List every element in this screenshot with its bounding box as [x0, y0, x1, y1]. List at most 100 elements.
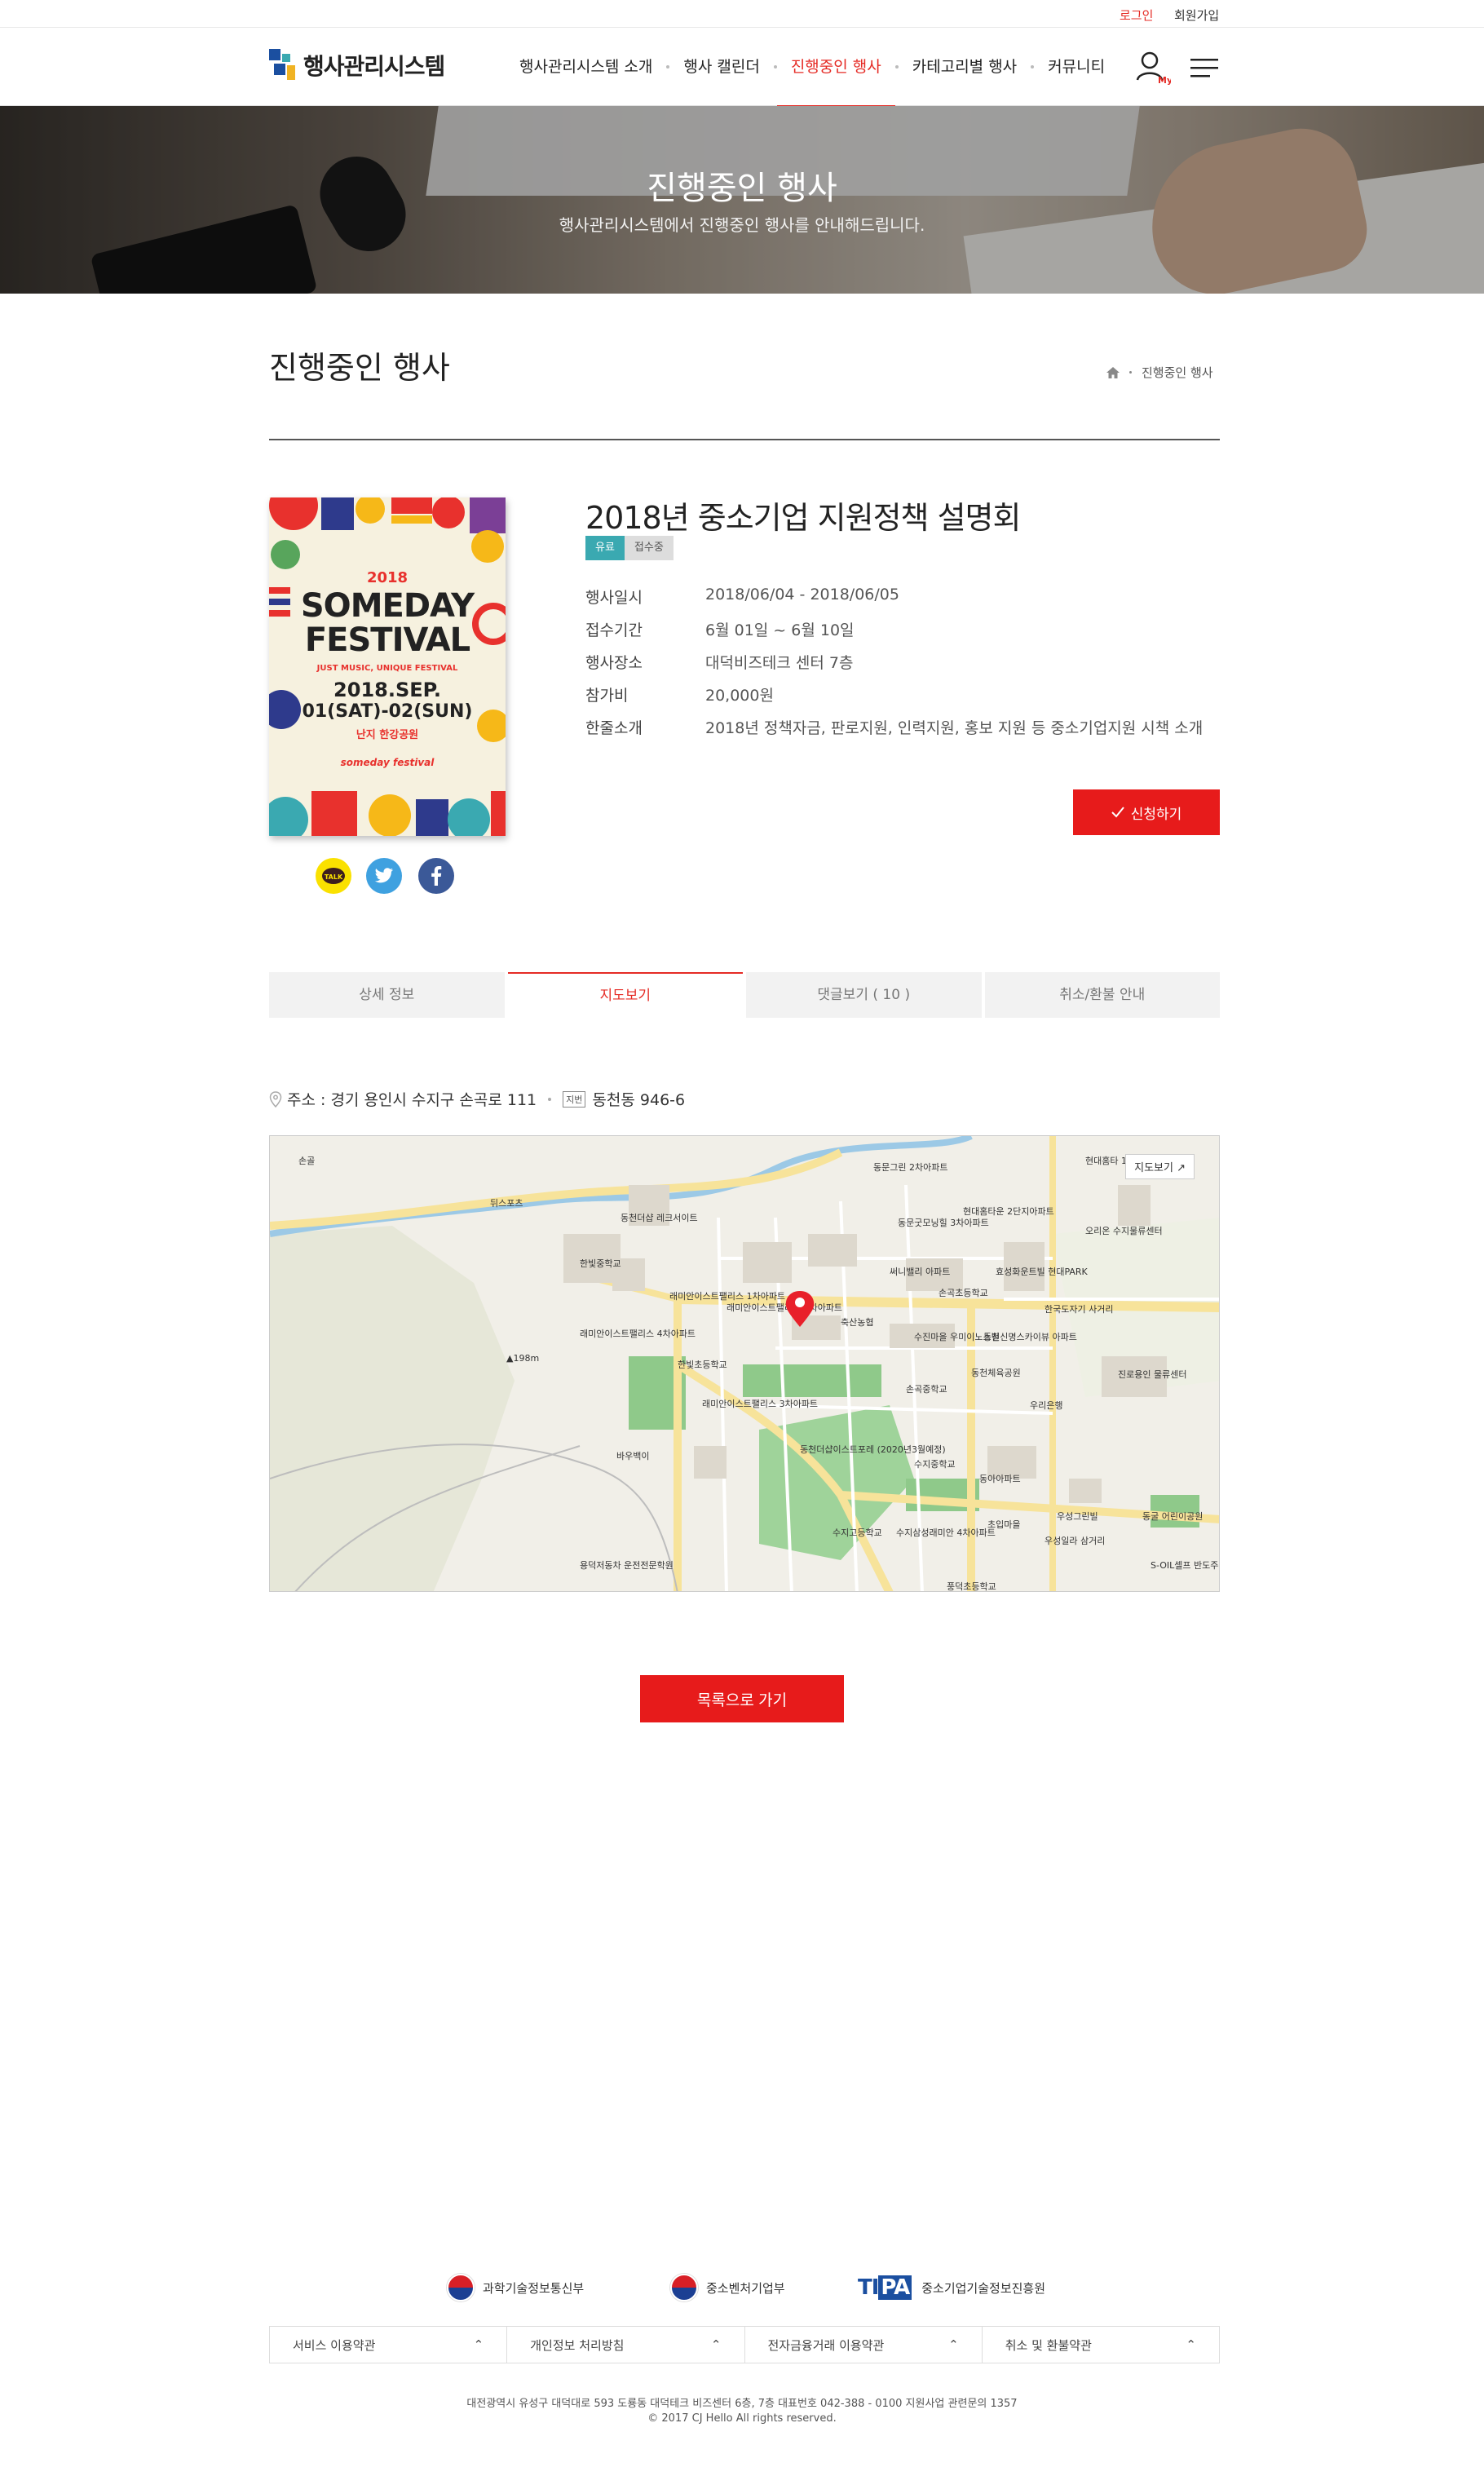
korea-emblem-icon [447, 2274, 475, 2301]
facebook-share-icon[interactable] [418, 858, 454, 894]
partner-msit[interactable]: 과학기술정보통신부 [447, 2267, 584, 2308]
map-place-label: 동천더샵이스트포레 (2020년3월예정) [800, 1444, 946, 1455]
badge-status: 접수중 [624, 536, 674, 560]
map-place-label: 동천더샵 레크서이트 [621, 1212, 698, 1223]
lot-number-badge: 지번 [563, 1090, 586, 1108]
partner-mss-label: 중소벤처기업부 [706, 2280, 785, 2296]
check-icon [1111, 807, 1124, 818]
footer-copyright: © 2017 CJ Hello All rights reserved. [647, 2412, 837, 2425]
menu-icon[interactable] [1190, 57, 1218, 78]
location-pin-icon [269, 1090, 282, 1108]
map-place-label: 뒤스포츠 [490, 1198, 523, 1209]
map-place-label: 수지중학교 [914, 1459, 956, 1470]
map-place-label: 동천신명스카이뷰 아파트 [983, 1331, 1077, 1342]
breadcrumb: 진행중인 행사 [1106, 364, 1213, 381]
chevron-up-icon: ⌃ [473, 2337, 484, 2352]
map-place-label: 현대홈타운 2단지아파트 [963, 1205, 1054, 1217]
footer-link-label: 개인정보 처리방침 [530, 2337, 625, 2353]
partner-mss[interactable]: 중소벤처기업부 [670, 2267, 785, 2308]
poster-date1: 2018.SEP. [333, 679, 441, 701]
poster-line2: FESTIVAL [304, 621, 470, 659]
map-place-label: 초입마을 [987, 1519, 1020, 1530]
map-place-label: ▲198m [506, 1353, 539, 1364]
poster-venue: 난지 한강공원 [356, 729, 419, 741]
nav-community[interactable]: 커뮤니티 [1034, 28, 1119, 106]
tab-map[interactable]: 지도보기 [507, 972, 743, 1018]
info-row-venue: 행사장소 대덕비즈테크 센터 7층 [585, 651, 1203, 683]
map-place-label: 동굴 어린이공원 [1142, 1511, 1203, 1522]
partner-tipa[interactable]: TI PA 중소기업기술정보진흥원 [858, 2267, 1045, 2308]
info-label: 한줄소개 [585, 719, 643, 737]
back-to-list-button[interactable]: 목록으로 가기 [640, 1675, 844, 1722]
map-place-label: S-OIL셀프 반도주유소 [1151, 1560, 1220, 1571]
poster-brand: someday festival [340, 757, 435, 768]
map-place-label: 동문그린 2차아파트 [873, 1162, 947, 1173]
info-row-registration: 접수기간 6월 01일 ~ 6월 10일 [585, 618, 1203, 651]
event-badges: 유료 접수중 [585, 536, 674, 560]
footer-link-label: 전자금융거래 이용약관 [767, 2337, 885, 2353]
footer-link-label: 서비스 이용약관 [293, 2337, 376, 2353]
tipa-logo: TI PA [858, 2275, 912, 2300]
info-label: 행사일시 [585, 589, 643, 607]
tab-refund[interactable]: 취소/환불 안내 [984, 972, 1220, 1018]
join-link[interactable]: 회원가입 [1174, 7, 1219, 24]
map-place-label: 동천체육공원 [971, 1367, 1021, 1378]
footer-links: 서비스 이용약관 ⌃ 개인정보 처리방침 ⌃ 전자금융거래 이용약관 ⌃ 취소 … [269, 2326, 1220, 2363]
apply-button[interactable]: 신청하기 [1073, 789, 1220, 835]
footer-privacy-policy[interactable]: 개인정보 처리방침 ⌃ [507, 2327, 745, 2363]
poster-year: 2018 [366, 569, 409, 586]
info-value: 2018년 정책자금, 판로지원, 인력지원, 홍보 지원 등 중소기업지원 시… [705, 719, 1204, 737]
info-value: 2018/06/04 - 2018/06/05 [705, 586, 899, 604]
detail-tabs: 상세 정보 지도보기 댓글보기 ( 10 ) 취소/환불 안내 [269, 972, 1220, 1018]
info-value: 20,000원 [705, 687, 774, 705]
info-label: 행사장소 [585, 654, 643, 672]
nav-category[interactable]: 카테고리별 행사 [899, 28, 1031, 106]
twitter-share-icon[interactable] [366, 858, 402, 894]
map-place-label: 한빛초등학교 [678, 1360, 727, 1370]
home-icon[interactable] [1106, 366, 1120, 378]
title-divider [269, 439, 1220, 440]
map-place-label: 손곡초등학교 [939, 1288, 988, 1298]
logo-mark-icon [269, 49, 297, 82]
korea-emblem-icon [670, 2274, 698, 2301]
kakao-talk-label: TALK [325, 873, 343, 881]
location-map[interactable]: 손골 동문그린 2차아파트 현대홈타 1단지아파 뒤스포츠 동천더샵 레크서이트… [269, 1135, 1220, 1592]
map-view-button[interactable]: 지도보기 ↗ [1125, 1154, 1195, 1179]
map-view-label: 지도보기 [1134, 1162, 1173, 1174]
map-place-label: 한국도자기 사거리 [1045, 1304, 1113, 1315]
map-place-label: 동문굿모닝힐 3차아파트 [898, 1218, 989, 1228]
map-place-label: 수지고등학교 [833, 1528, 882, 1538]
site-logo[interactable]: 행사관리시스템 [269, 49, 445, 82]
map-place-label: 풍덕초등학교 [947, 1581, 996, 1592]
footer-efinance-terms[interactable]: 전자금융거래 이용약관 ⌃ [745, 2327, 983, 2363]
map-place-label: 동아아파트 [979, 1474, 1021, 1484]
footer-terms-service[interactable]: 서비스 이용약관 ⌃ [270, 2327, 508, 2363]
my-page-icon[interactable]: My [1135, 49, 1171, 85]
poster-tagline: JUST MUSIC, UNIQUE FESTIVAL [316, 664, 458, 673]
kakaotalk-share-icon[interactable]: TALK [316, 858, 351, 894]
info-row-fee: 참가비 20,000원 [585, 683, 1203, 716]
tab-detail-info[interactable]: 상세 정보 [269, 972, 505, 1018]
address-road: 주소 : 경기 용인시 수지구 손곡로 111 [287, 1091, 537, 1109]
map-place-label: 우성그린빌 [1057, 1511, 1098, 1522]
nav-intro[interactable]: 행사관리시스템 소개 [506, 28, 666, 106]
info-row-date: 행사일시 2018/06/04 - 2018/06/05 [585, 586, 1203, 618]
map-place-label: 래미안이스트팰리스 2차아파트 [727, 1302, 842, 1313]
map-place-label: 써니밸리 아파트 [890, 1267, 950, 1277]
nav-ongoing[interactable]: 진행중인 행사 [776, 28, 895, 107]
svg-text:My: My [1158, 75, 1171, 85]
map-place-label: 손곡중학교 [906, 1384, 947, 1395]
info-row-summary: 한줄소개 2018년 정책자금, 판로지원, 인력지원, 홍보 지원 등 중소기… [585, 716, 1203, 749]
chevron-up-icon: ⌃ [948, 2337, 959, 2352]
map-place-label: 래미안이스트팰리스 1차아파트 [669, 1291, 785, 1302]
tab-comments[interactable]: 댓글보기 ( 10 ) [746, 972, 982, 1018]
login-link[interactable]: 로그인 [1120, 7, 1153, 24]
map-place-label: 바우백이 [616, 1451, 649, 1461]
map-canvas[interactable]: 손골 동문그린 2차아파트 현대홈타 1단지아파 뒤스포츠 동천더샵 레크서이트… [270, 1136, 1220, 1592]
partner-logos: 과학기술정보통신부 중소벤처기업부 TI PA 중소기업기술정보진흥원 [0, 2267, 1484, 2308]
map-place-label: 한빛중학교 [580, 1258, 621, 1269]
event-poster: 2018 SOMEDAY FESTIVAL JUST MUSIC, UNIQUE… [269, 497, 506, 836]
nav-calendar[interactable]: 행사 캘린더 [669, 28, 773, 106]
footer-refund-terms[interactable]: 취소 및 환불약관 ⌃ [983, 2327, 1219, 2363]
map-place-label: 축산농협 [841, 1317, 873, 1328]
